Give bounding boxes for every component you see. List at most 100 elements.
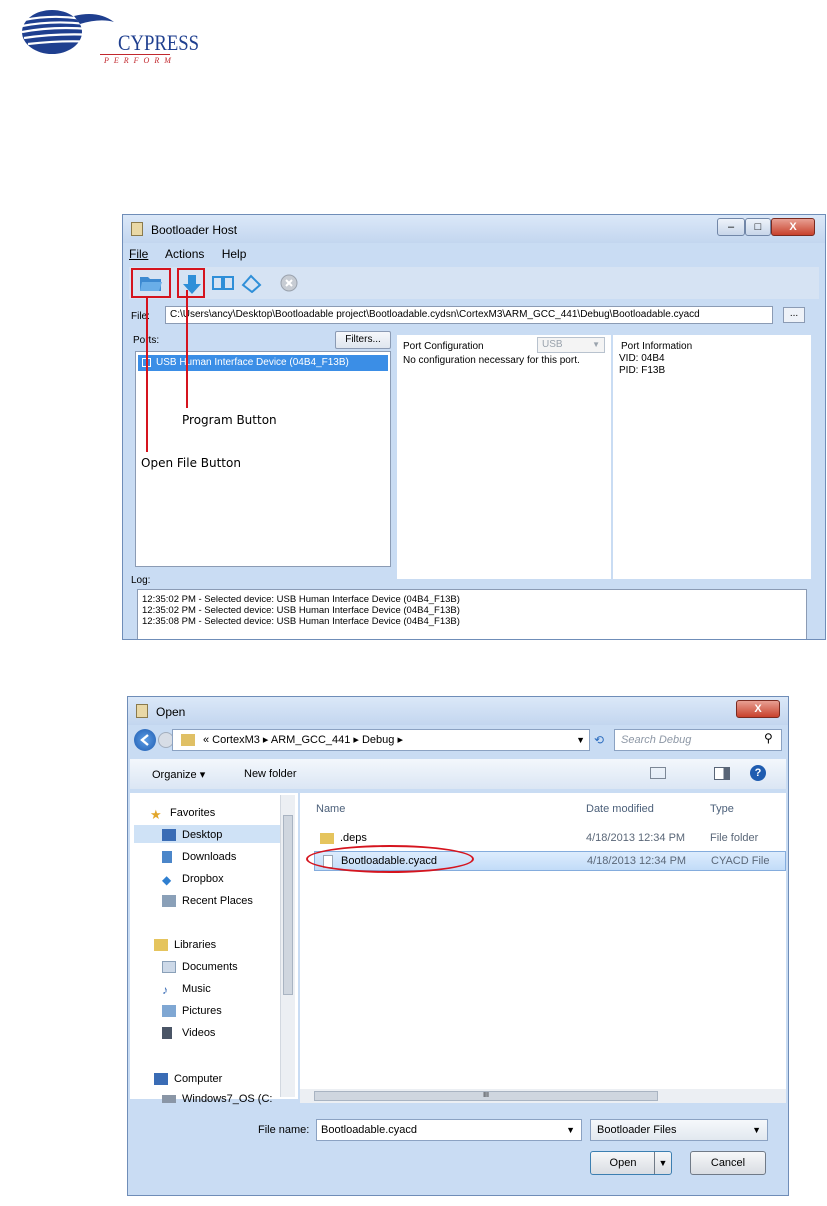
- file-name-input[interactable]: Bootloadable.cyacd ▼: [316, 1119, 582, 1141]
- file-list-pane: Name Date modified Type .deps 4/18/2013 …: [300, 793, 786, 1099]
- search-icon: ⚲: [764, 731, 773, 745]
- breadcrumb: « CortexM3 ▸ ARM_GCC_441 ▸ Debug ▸: [203, 734, 403, 746]
- downloads-icon: [162, 851, 172, 863]
- erase-icon[interactable]: [239, 273, 262, 294]
- folder-icon: [181, 734, 195, 746]
- browse-button[interactable]: ...: [783, 307, 805, 323]
- port-configuration-text: No configuration necessary for this port…: [403, 355, 580, 366]
- nav-documents[interactable]: Documents: [182, 961, 238, 973]
- vid-text: VID: 04B4: [619, 353, 665, 364]
- dropbox-icon: ◆: [162, 873, 172, 887]
- column-date-modified[interactable]: Date modified: [586, 803, 654, 815]
- file-date: 4/18/2013 12:34 PM: [586, 832, 686, 844]
- column-type[interactable]: Type: [710, 803, 734, 815]
- verify-icon[interactable]: [211, 273, 234, 293]
- organize-button[interactable]: Organize ▾: [152, 768, 205, 781]
- h-scroll-thumb[interactable]: III: [314, 1091, 658, 1101]
- menu-help[interactable]: Help: [222, 247, 247, 261]
- command-bar: Organize ▾ New folder ?: [130, 759, 786, 789]
- menu-file[interactable]: File: [129, 247, 148, 261]
- chevron-down-icon[interactable]: ▼: [576, 730, 585, 750]
- nav-computer[interactable]: Computer: [174, 1073, 222, 1085]
- dialog-close-button[interactable]: X: [736, 700, 780, 718]
- bootloader-host-window: Bootloader Host – □ X File Actions Help …: [122, 214, 826, 640]
- navigation-pane: ★ Favorites Desktop Downloads ◆ Dropbox …: [130, 793, 298, 1105]
- nav-windows7-os[interactable]: Windows7_OS (C:: [182, 1093, 272, 1105]
- search-input[interactable]: Search Debug: [614, 729, 782, 751]
- chevron-down-icon[interactable]: ▼: [566, 1120, 575, 1140]
- file-date: 4/18/2013 12:34 PM: [587, 855, 687, 867]
- nav-libraries[interactable]: Libraries: [174, 939, 216, 951]
- view-icon[interactable]: [650, 767, 666, 779]
- nav-videos[interactable]: Videos: [182, 1027, 215, 1039]
- file-name: .deps: [340, 832, 367, 844]
- program-callout-line: [186, 290, 188, 408]
- program-icon[interactable]: [181, 273, 203, 294]
- port-item-label: USB Human Interface Device (04B4_F13B): [156, 357, 349, 368]
- port-configuration-title: Port Configuration: [403, 341, 484, 352]
- nav-dropbox[interactable]: Dropbox: [182, 873, 224, 885]
- nav-scroll-thumb[interactable]: [283, 815, 293, 995]
- nav-recent-places[interactable]: Recent Places: [182, 895, 253, 907]
- menu-actions[interactable]: Actions: [165, 247, 204, 261]
- app-icon: [131, 222, 143, 236]
- logo-wordmark: CYPRESS: [118, 30, 200, 55]
- maximize-button[interactable]: □: [745, 218, 771, 236]
- refresh-icon[interactable]: ⟲: [594, 733, 604, 747]
- pictures-icon: [162, 1005, 176, 1017]
- back-icon[interactable]: [134, 729, 156, 751]
- nav-music[interactable]: Music: [182, 983, 211, 995]
- chevron-down-icon[interactable]: ▼: [654, 1152, 671, 1174]
- dialog-title-bar: Open X: [128, 697, 788, 725]
- log-line: 12:35:08 PM - Selected device: USB Human…: [142, 616, 460, 627]
- nav-downloads[interactable]: Downloads: [182, 851, 236, 863]
- log-box: 12:35:02 PM - Selected device: USB Human…: [137, 589, 807, 639]
- minimize-button[interactable]: –: [717, 218, 745, 236]
- videos-icon: [162, 1027, 172, 1039]
- desktop-icon: [162, 829, 176, 841]
- title-bar: Bootloader Host – □ X: [123, 215, 825, 243]
- open-folder-icon[interactable]: [139, 273, 162, 293]
- star-icon: ★: [150, 807, 162, 822]
- open-dialog: Open X « CortexM3 ▸ ARM_GCC_441 ▸ Debug …: [127, 696, 789, 1196]
- open-button[interactable]: Open ▼: [590, 1151, 672, 1175]
- file-path-field[interactable]: C:\Users\ancy\Desktop\Bootloadable proje…: [165, 306, 773, 324]
- port-type-value: USB: [542, 339, 563, 350]
- help-icon[interactable]: ?: [750, 765, 766, 781]
- nav-favorites[interactable]: Favorites: [170, 807, 215, 819]
- filters-button[interactable]: Filters...: [335, 331, 391, 349]
- documents-icon: [162, 961, 176, 973]
- log-label: Log:: [131, 575, 151, 586]
- file-name-label: File name:: [258, 1124, 310, 1136]
- program-button-callout: Program Button: [182, 413, 277, 427]
- file-type-select[interactable]: Bootloader Files ▼: [590, 1119, 768, 1141]
- dialog-title: Open: [156, 705, 186, 719]
- open-file-callout-line: [146, 298, 148, 452]
- nav-desktop[interactable]: Desktop: [182, 829, 222, 841]
- port-information-title: Port Information: [621, 341, 693, 352]
- folder-icon: [320, 833, 334, 844]
- recent-places-icon: [162, 895, 176, 907]
- log-line: 12:35:02 PM - Selected device: USB Human…: [142, 594, 460, 605]
- log-line: 12:35:02 PM - Selected device: USB Human…: [142, 605, 460, 616]
- new-folder-button[interactable]: New folder: [244, 768, 297, 780]
- port-item[interactable]: USB Human Interface Device (04B4_F13B): [138, 355, 388, 371]
- port-configuration-panel: Port Configuration USB ▼ No configuratio…: [397, 335, 611, 579]
- open-file-button-callout: Open File Button: [141, 456, 241, 470]
- pid-text: PID: F13B: [619, 365, 666, 376]
- stop-icon[interactable]: [279, 273, 301, 293]
- horizontal-scrollbar[interactable]: III: [300, 1089, 786, 1103]
- menu-bar: File Actions Help: [129, 247, 260, 265]
- close-button[interactable]: X: [771, 218, 815, 236]
- drive-icon: [162, 1095, 176, 1103]
- computer-icon: [154, 1073, 168, 1085]
- nav-scrollbar[interactable]: [280, 795, 295, 1097]
- preview-pane-icon[interactable]: [714, 767, 730, 780]
- file-type: CYACD File: [711, 855, 770, 867]
- cancel-button[interactable]: Cancel: [690, 1151, 766, 1175]
- address-bar[interactable]: « CortexM3 ▸ ARM_GCC_441 ▸ Debug ▸ ▼: [172, 729, 590, 751]
- nav-pictures[interactable]: Pictures: [182, 1005, 222, 1017]
- file-type: File folder: [710, 832, 759, 844]
- column-name[interactable]: Name: [316, 803, 345, 815]
- open-button-label: Open: [609, 1157, 637, 1169]
